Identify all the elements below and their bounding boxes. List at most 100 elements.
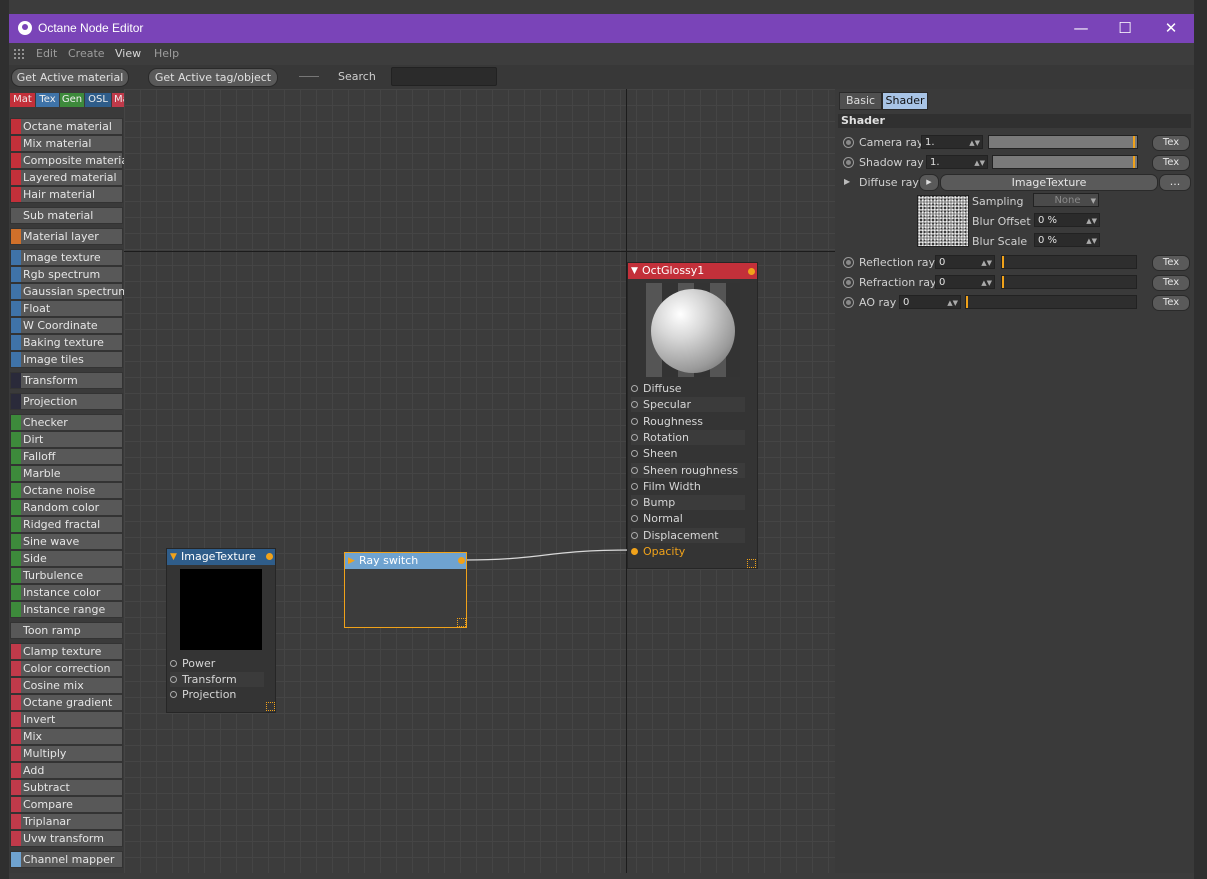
collapse-triangle-icon[interactable]: ▼ [631, 263, 638, 279]
menu-help[interactable]: Help [154, 47, 179, 60]
category-tab-tex[interactable]: Tex [36, 93, 59, 107]
ray-switch-node[interactable]: ▶ Ray switch [344, 552, 467, 628]
reflection-ray-field[interactable]: 0 ▲▼ [935, 255, 995, 269]
ao-ray-tex-button[interactable]: Tex [1152, 295, 1190, 311]
node-list-item-octane-material[interactable]: Octane material [10, 118, 123, 135]
diffuse-ray-link-button[interactable]: ▶ [919, 174, 939, 191]
output-port[interactable] [748, 268, 755, 275]
node-list-item-w-coordinate[interactable]: W Coordinate [10, 317, 123, 334]
node-list-item-image-texture[interactable]: Image texture [10, 249, 123, 266]
node-list-item-marble[interactable]: Marble [10, 465, 123, 482]
node-list-item-triplanar[interactable]: Triplanar [10, 813, 123, 830]
node-list-item-sine-wave[interactable]: Sine wave [10, 533, 123, 550]
input-port-transform[interactable]: Transform [170, 671, 264, 687]
camera-ray-tex-button[interactable]: Tex [1152, 135, 1190, 151]
input-port-rotation[interactable]: Rotation [631, 429, 745, 445]
input-port-normal[interactable]: Normal [631, 511, 745, 526]
port-ring-icon[interactable] [631, 515, 638, 523]
output-port[interactable] [458, 557, 465, 564]
ao-ray-radio[interactable] [843, 297, 854, 308]
expand-triangle-icon[interactable]: ▶ [844, 177, 850, 186]
node-list-item-hair-material[interactable]: Hair material [10, 186, 123, 203]
get-active-material-button[interactable]: Get Active material [11, 68, 129, 87]
node-list-item-mix-material[interactable]: Mix material [10, 135, 123, 152]
node-list-item-sub-material[interactable]: Sub material [10, 207, 123, 224]
ao-ray-slider[interactable] [965, 295, 1137, 309]
shadow-ray-slider[interactable] [992, 155, 1138, 169]
node-canvas[interactable]: ▼ ImageTexture Power Transform Projection … [124, 89, 835, 873]
node-list-item-projection[interactable]: Projection [10, 393, 123, 410]
shadow-ray-field[interactable]: 1. ▲▼ [926, 155, 988, 169]
node-list-item-channel-mapper[interactable]: Channel mapper [10, 851, 123, 868]
port-ring-icon[interactable] [631, 433, 638, 441]
input-port-projection[interactable]: Projection [170, 687, 264, 702]
reflection-ray-slider[interactable] [1001, 255, 1137, 269]
blur-offset-field[interactable]: 0 % ▲▼ [1034, 213, 1100, 227]
input-port-power[interactable]: Power [170, 656, 264, 671]
node-list-item-baking-texture[interactable]: Baking texture [10, 334, 123, 351]
node-list-item-octane-noise[interactable]: Octane noise [10, 482, 123, 499]
menu-view[interactable]: View [115, 47, 141, 60]
close-button[interactable]: ✕ [1149, 17, 1193, 39]
menu-edit[interactable]: Edit [36, 47, 57, 60]
node-list-item-image-tiles[interactable]: Image tiles [10, 351, 123, 368]
search-input[interactable] [391, 67, 497, 86]
camera-ray-radio[interactable] [843, 137, 854, 148]
diffuse-ray-more-button[interactable]: ... [1159, 174, 1191, 191]
node-list-item-ridged-fractal[interactable]: Ridged fractal [10, 516, 123, 533]
node-list-item-material-layer[interactable]: Material layer [10, 228, 123, 245]
collapse-triangle-icon[interactable]: ▼ [170, 549, 177, 565]
node-list-item-gaussian-spectrum[interactable]: Gaussian spectrum [10, 283, 129, 300]
port-ring-icon[interactable] [631, 499, 638, 507]
node-list-item-random-color[interactable]: Random color [10, 499, 123, 516]
port-ring-icon[interactable] [170, 691, 177, 698]
port-ring-icon[interactable] [170, 675, 177, 683]
blur-scale-field[interactable]: 0 % ▲▼ [1034, 233, 1100, 247]
shadow-ray-radio[interactable] [843, 157, 854, 168]
input-port-displacement[interactable]: Displacement [631, 527, 745, 543]
category-tab-osl[interactable]: OSL [85, 93, 111, 107]
collapse-triangle-icon[interactable]: ▶ [348, 553, 355, 569]
node-list-item-mix[interactable]: Mix [10, 728, 123, 745]
node-list-item-cosine-mix[interactable]: Cosine mix [10, 677, 123, 694]
refraction-ray-slider[interactable] [1001, 275, 1137, 289]
menu-create[interactable]: Create [68, 47, 105, 60]
resize-handle-icon[interactable] [266, 702, 275, 711]
resize-handle-icon[interactable] [457, 618, 466, 627]
input-port-roughness[interactable]: Roughness [631, 414, 745, 429]
category-tab-mat[interactable]: Mat [10, 93, 35, 107]
node-list-item-subtract[interactable]: Subtract [10, 779, 123, 796]
sampling-dropdown[interactable]: None ▼ [1033, 193, 1099, 207]
get-active-tag-button[interactable]: Get Active tag/object [148, 68, 278, 87]
tab-basic[interactable]: Basic [839, 92, 882, 110]
refraction-ray-tex-button[interactable]: Tex [1152, 275, 1190, 291]
port-ring-icon[interactable] [631, 548, 638, 555]
node-list-item-invert[interactable]: Invert [10, 711, 123, 728]
node-list-item-clamp-texture[interactable]: Clamp texture [10, 643, 123, 660]
connection-wire[interactable] [464, 549, 634, 561]
node-list-item-composite-material[interactable]: Composite material [10, 152, 131, 169]
input-port-sheen-roughness[interactable]: Sheen roughness [631, 462, 745, 478]
input-port-film-width[interactable]: Film Width [631, 479, 745, 494]
node-list-item-add[interactable]: Add [10, 762, 123, 779]
port-ring-icon[interactable] [170, 660, 177, 667]
grip-icon[interactable] [13, 48, 25, 60]
resize-handle-icon[interactable] [747, 559, 756, 568]
glossy-material-node[interactable]: ▼ OctGlossy1 Diffuse Specular Roughness Rot… [627, 262, 758, 569]
node-list-item-multiply[interactable]: Multiply [10, 745, 123, 762]
reflection-ray-tex-button[interactable]: Tex [1152, 255, 1190, 271]
glossy-node-header[interactable]: ▼ OctGlossy1 [628, 263, 757, 279]
image-texture-node-header[interactable]: ▼ ImageTexture [167, 549, 275, 565]
input-port-bump[interactable]: Bump [631, 495, 745, 511]
node-list-item-compare[interactable]: Compare [10, 796, 123, 813]
input-port-opacity[interactable]: Opacity [631, 544, 745, 559]
input-port-specular[interactable]: Specular [631, 397, 745, 413]
port-ring-icon[interactable] [631, 450, 638, 458]
node-list-item-uvw-transform[interactable]: Uvw transform [10, 830, 123, 847]
node-list-item-octane-gradient[interactable]: Octane gradient [10, 694, 123, 711]
node-list-item-toon-ramp[interactable]: Toon ramp [10, 622, 123, 639]
tab-shader[interactable]: Shader [882, 92, 928, 110]
port-ring-icon[interactable] [631, 385, 638, 392]
node-list-item-float[interactable]: Float [10, 300, 123, 317]
node-list-item-instance-color[interactable]: Instance color [10, 584, 123, 601]
